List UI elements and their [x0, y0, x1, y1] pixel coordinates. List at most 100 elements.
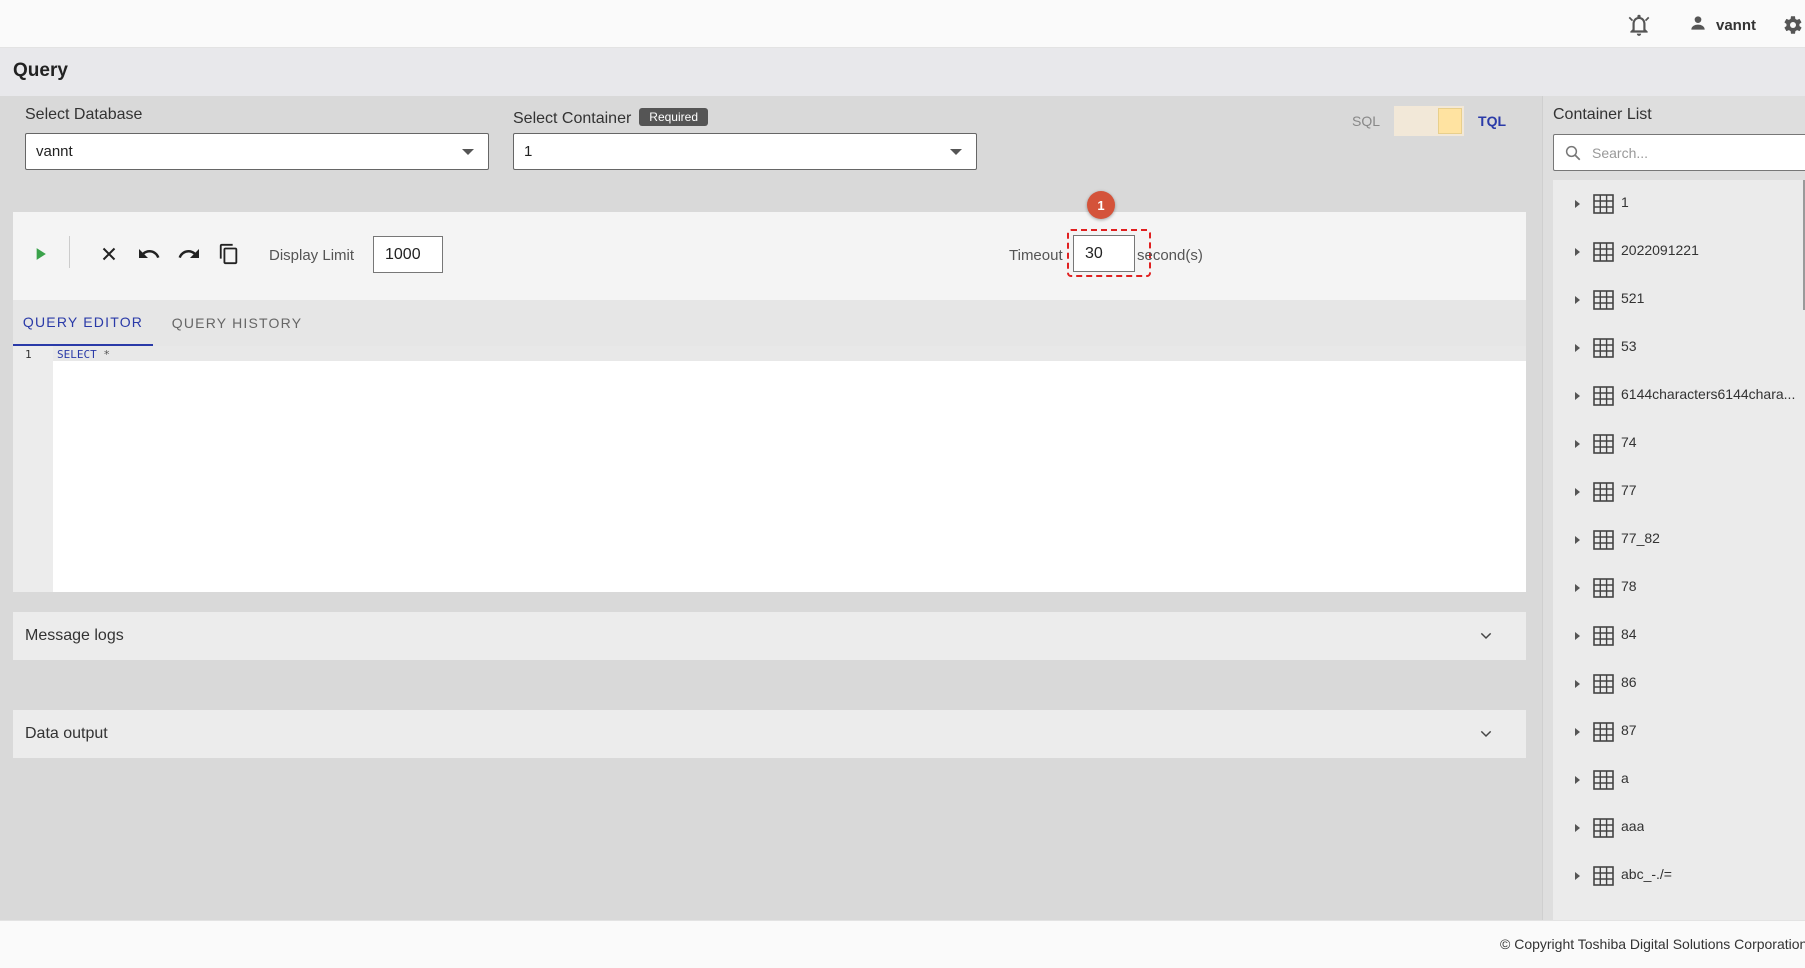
- container-list-item[interactable]: 521: [1553, 276, 1805, 324]
- expand-caret-icon[interactable]: [1575, 776, 1580, 784]
- timeout-input[interactable]: 30: [1073, 235, 1135, 272]
- user-icon: [1688, 13, 1708, 37]
- container-list-item[interactable]: 1: [1553, 180, 1805, 228]
- sql-rest: *: [96, 348, 110, 361]
- required-badge: Required: [639, 108, 708, 126]
- language-switch[interactable]: [1394, 106, 1465, 136]
- container-name: 77_82: [1621, 530, 1660, 546]
- data-output-panel[interactable]: Data output: [13, 710, 1526, 758]
- container-search-input[interactable]: Search...: [1553, 134, 1805, 171]
- container-label: Select Container: [513, 110, 632, 127]
- expand-caret-icon[interactable]: [1575, 632, 1580, 640]
- container-label-wrap: Select Container Required: [513, 108, 708, 128]
- gear-icon[interactable]: [1780, 13, 1804, 37]
- user-menu[interactable]: vannt: [1688, 13, 1756, 37]
- expand-caret-icon[interactable]: [1575, 680, 1580, 688]
- expand-caret-icon[interactable]: [1575, 584, 1580, 592]
- container-list-item[interactable]: 53: [1553, 324, 1805, 372]
- expand-caret-icon[interactable]: [1575, 296, 1580, 304]
- expand-caret-icon[interactable]: [1575, 392, 1580, 400]
- display-limit-input[interactable]: 1000: [373, 236, 443, 273]
- table-icon: [1593, 434, 1614, 454]
- copy-icon[interactable]: [216, 241, 242, 267]
- container-list-item[interactable]: 86: [1553, 660, 1805, 708]
- clear-icon[interactable]: [96, 241, 122, 267]
- container-list-item[interactable]: abc_-./=: [1553, 852, 1805, 900]
- undo-icon[interactable]: [136, 241, 162, 267]
- expand-caret-icon[interactable]: [1575, 248, 1580, 256]
- expand-caret-icon[interactable]: [1575, 440, 1580, 448]
- query-editor[interactable]: 1 SELECT *: [13, 346, 1526, 592]
- container-name: aaa: [1621, 818, 1645, 834]
- query-toolbar: Display Limit 1000 Timeout 30 second(s): [13, 212, 1526, 300]
- container-name: 77: [1621, 482, 1637, 498]
- container-name: 86: [1621, 674, 1637, 690]
- container-name: 6144characters6144chara...: [1621, 386, 1796, 402]
- container-list-item[interactable]: 77_82: [1553, 516, 1805, 564]
- container-list-item[interactable]: 84: [1553, 612, 1805, 660]
- message-logs-label: Message logs: [25, 627, 124, 644]
- table-icon: [1593, 818, 1614, 838]
- table-icon: [1593, 242, 1614, 262]
- tab-query-editor[interactable]: QUERY EDITOR: [13, 300, 153, 346]
- container-list-item[interactable]: 74: [1553, 420, 1805, 468]
- table-icon: [1593, 722, 1614, 742]
- search-placeholder: Search...: [1592, 144, 1649, 161]
- query-tabs: QUERY EDITOR QUERY HISTORY: [13, 300, 1526, 346]
- container-name: 74: [1621, 434, 1637, 450]
- timeout-unit: second(s): [1137, 247, 1203, 264]
- expand-caret-icon[interactable]: [1575, 200, 1580, 208]
- table-icon: [1593, 626, 1614, 646]
- toolbar-divider: [69, 236, 70, 268]
- expand-caret-icon[interactable]: [1575, 344, 1580, 352]
- table-icon: [1593, 290, 1614, 310]
- table-icon: [1593, 338, 1614, 358]
- sql-label[interactable]: SQL: [1352, 113, 1380, 129]
- editor-code[interactable]: SELECT *: [57, 348, 110, 361]
- table-icon: [1593, 770, 1614, 790]
- tql-label[interactable]: TQL: [1478, 113, 1506, 129]
- sql-keyword: SELECT: [57, 348, 97, 361]
- container-list-item[interactable]: 6144characters6144chara...: [1553, 372, 1805, 420]
- page-header: Query: [0, 48, 1805, 96]
- switch-knob: [1438, 108, 1463, 134]
- database-select[interactable]: vannt: [25, 133, 489, 170]
- container-list-item[interactable]: 87: [1553, 708, 1805, 756]
- redo-icon[interactable]: [176, 241, 202, 267]
- container-list-item[interactable]: a: [1553, 756, 1805, 804]
- message-logs-panel[interactable]: Message logs: [13, 612, 1526, 660]
- tab-query-history[interactable]: QUERY HISTORY: [165, 300, 309, 346]
- page-title: Query: [13, 60, 68, 81]
- expand-caret-icon[interactable]: [1575, 536, 1580, 544]
- data-output-label: Data output: [25, 725, 108, 742]
- table-icon: [1593, 530, 1614, 550]
- container-tree: 1 2022091221 521 53 6144characters6144chara.…: [1553, 180, 1805, 920]
- container-select[interactable]: 1: [513, 133, 977, 170]
- container-name: 2022091221: [1621, 242, 1699, 258]
- bell-icon[interactable]: [1626, 12, 1652, 38]
- play-icon[interactable]: [27, 241, 53, 267]
- container-list-item[interactable]: 2022091221: [1553, 228, 1805, 276]
- table-icon: [1593, 386, 1614, 406]
- editor-gutter: [13, 346, 53, 592]
- username: vannt: [1716, 16, 1757, 34]
- expand-caret-icon[interactable]: [1575, 824, 1580, 832]
- container-value: 1: [524, 143, 533, 160]
- container-list-item[interactable]: aaa: [1553, 804, 1805, 852]
- container-name: 53: [1621, 338, 1637, 354]
- container-list-item[interactable]: 78: [1553, 564, 1805, 612]
- table-icon: [1593, 194, 1614, 214]
- chevron-down-icon: [1478, 628, 1494, 644]
- top-bar: vannt: [0, 0, 1805, 48]
- container-name: 1: [1621, 194, 1629, 210]
- expand-caret-icon[interactable]: [1575, 728, 1580, 736]
- expand-caret-icon[interactable]: [1575, 872, 1580, 880]
- table-icon: [1593, 674, 1614, 694]
- editor-active-line: [53, 346, 1526, 361]
- expand-caret-icon[interactable]: [1575, 488, 1580, 496]
- container-name: 84: [1621, 626, 1637, 642]
- table-icon: [1593, 578, 1614, 598]
- container-list-sidebar: Container List Search... 1 2022091221 521 5…: [1542, 96, 1805, 920]
- query-language-toggle: SQL TQL: [1352, 106, 1506, 136]
- container-list-item[interactable]: 77: [1553, 468, 1805, 516]
